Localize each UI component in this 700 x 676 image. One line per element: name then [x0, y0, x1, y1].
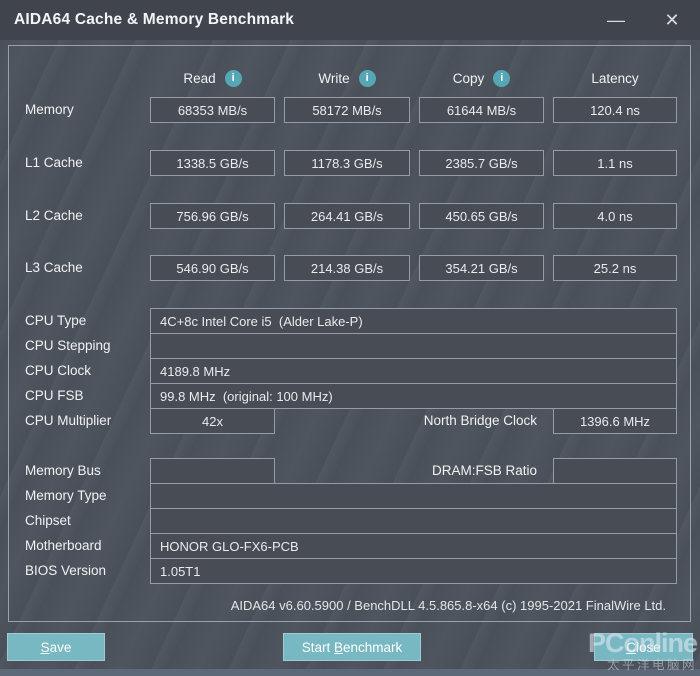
version-text: AIDA64 v6.60.5900 / BenchDLL 4.5.865.8-x… [231, 598, 666, 613]
value-field-cpu-clock: 4189.8 MHz [150, 358, 677, 384]
row-label-dram-fsb-ratio: DRAM:FSB Ratio [432, 458, 537, 484]
row-label-l1-cache: L1 Cache [25, 150, 83, 176]
value-field-bios-version: 1.05T1 [150, 558, 677, 584]
value-field-motherboard: HONOR GLO-FX6-PCB [150, 533, 677, 559]
info-icon[interactable]: i [225, 70, 242, 87]
row-label-cpu-multiplier: CPU Multiplier [25, 408, 111, 434]
value-cell: 546.90 GB/s [150, 255, 275, 281]
value-cell: 120.4 ns [553, 97, 677, 123]
value-field-cpu-stepping [150, 333, 677, 359]
column-header-latency: Latency [553, 67, 677, 89]
column-header-label: Read [183, 71, 215, 86]
title-bar: AIDA64 Cache & Memory Benchmark — ✕ [0, 0, 700, 40]
value-cell: 450.65 GB/s [419, 203, 544, 229]
value-cell: 25.2 ns [553, 255, 677, 281]
value-field-memory-type [150, 483, 677, 509]
value-field-north-bridge-clock: 1396.6 MHz [553, 408, 677, 434]
start-benchmark-button[interactable]: Start Benchmark [283, 633, 421, 661]
row-label-cpu-type: CPU Type [25, 308, 86, 334]
info-icon[interactable]: i [359, 70, 376, 87]
row-label-motherboard: Motherboard [25, 533, 102, 559]
value-cell: 354.21 GB/s [419, 255, 544, 281]
window-title: AIDA64 Cache & Memory Benchmark [14, 0, 294, 40]
value-field-chipset [150, 508, 677, 534]
value-cell: 1338.5 GB/s [150, 150, 275, 176]
bottom-edge-strip [0, 669, 700, 676]
value-field-cpu-multiplier: 42x [150, 408, 275, 434]
value-cell: 214.38 GB/s [284, 255, 410, 281]
value-cell: 4.0 ns [553, 203, 677, 229]
row-label-cpu-fsb: CPU FSB [25, 383, 84, 409]
row-label-memory-type: Memory Type [25, 483, 107, 509]
info-icon[interactable]: i [493, 70, 510, 87]
column-header-label: Write [318, 71, 349, 86]
value-field-dram-fsb-ratio [553, 458, 677, 484]
value-field-cpu-type: 4C+8c Intel Core i5 (Alder Lake-P) [150, 308, 677, 334]
value-field-cpu-fsb: 99.8 MHz (original: 100 MHz) [150, 383, 677, 409]
value-cell: 264.41 GB/s [284, 203, 410, 229]
row-label-l2-cache: L2 Cache [25, 203, 83, 229]
value-cell: 2385.7 GB/s [419, 150, 544, 176]
aida64-benchmark-window: AIDA64 Cache & Memory Benchmark — ✕ Read… [0, 0, 700, 676]
column-header-label: Copy [453, 71, 485, 86]
save-button[interactable]: Save [7, 633, 105, 661]
value-cell: 61644 MB/s [419, 97, 544, 123]
close-button[interactable]: Close [594, 633, 693, 661]
row-label-chipset: Chipset [25, 508, 71, 534]
column-header-label: Latency [591, 71, 638, 86]
value-cell: 1.1 ns [553, 150, 677, 176]
minimize-icon[interactable]: — [600, 4, 632, 36]
column-header-write: Write i [284, 67, 410, 89]
value-field-memory-bus [150, 458, 275, 484]
row-label-l3-cache: L3 Cache [25, 255, 83, 281]
column-header-copy: Copy i [419, 67, 544, 89]
row-label-bios-version: BIOS Version [25, 558, 106, 584]
column-header-read: Read i [150, 67, 275, 89]
row-label-memory: Memory [25, 97, 74, 123]
row-label-north-bridge-clock: North Bridge Clock [424, 408, 537, 434]
row-label-cpu-clock: CPU Clock [25, 358, 91, 384]
close-icon[interactable]: ✕ [656, 4, 688, 36]
row-label-cpu-stepping: CPU Stepping [25, 333, 111, 359]
value-cell: 68353 MB/s [150, 97, 275, 123]
row-label-memory-bus: Memory Bus [25, 458, 101, 484]
value-cell: 756.96 GB/s [150, 203, 275, 229]
value-cell: 1178.3 GB/s [284, 150, 410, 176]
value-cell: 58172 MB/s [284, 97, 410, 123]
